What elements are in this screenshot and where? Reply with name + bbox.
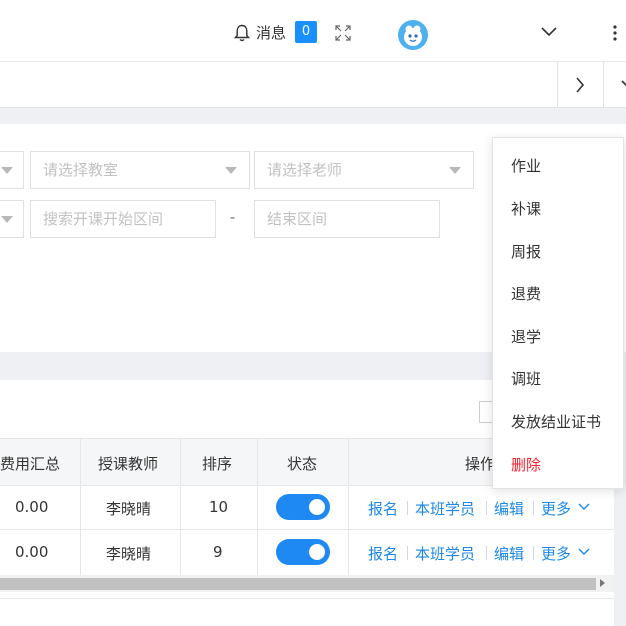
column-toggle-button[interactable] [479,401,493,423]
order-cell: 9 [213,543,223,561]
teacher-cell: 李晓晴 [106,500,152,518]
teacher-select[interactable]: 请选择老师 [254,151,474,189]
edit-link[interactable]: 编辑 [494,543,524,564]
link-separator [407,501,408,515]
menu-item-delete[interactable]: 删除 [511,454,541,475]
status-toggle[interactable] [276,494,330,520]
scroll-right-arrow-icon[interactable] [600,579,605,587]
column-header-order: 排序 [202,455,233,473]
user-avatar[interactable] [398,20,428,50]
fullscreen-icon[interactable] [335,25,351,41]
chevron-right-icon [576,77,585,93]
more-vertical-icon[interactable] [612,24,618,42]
fee-total-cell: 0.00 [15,498,49,516]
signup-link[interactable]: 报名 [368,498,398,519]
class-students-link[interactable]: 本班学员 [415,543,475,564]
range-separator: - [230,210,236,226]
tab-bar [0,62,626,108]
menu-item-homework[interactable]: 作业 [511,155,541,176]
edit-link[interactable]: 编辑 [494,498,524,519]
teacher-placeholder: 请选择老师 [267,161,343,179]
column-divider [257,438,258,575]
classroom-select[interactable]: 请选择教室 [30,151,250,189]
chevron-down-icon [621,80,626,87]
link-separator [486,546,487,560]
start-range-input[interactable]: 搜索开课开始区间 [30,200,216,238]
menu-item-makeup-class[interactable]: 补课 [511,198,541,219]
column-divider [348,438,349,575]
column-header-status: 状态 [287,455,318,473]
menu-item-weekly-report[interactable]: 周报 [511,241,541,262]
menu-item-withdraw[interactable]: 退学 [511,326,541,347]
more-link[interactable]: 更多 [541,543,571,564]
menu-item-issue-certificate[interactable]: 发放结业证书 [511,411,601,432]
link-separator [407,546,408,560]
more-actions-menu: 作业 补课 周报 退费 退学 调班 发放结业证书 删除 [492,137,624,489]
filter-select-partial-2[interactable] [0,200,24,238]
classroom-placeholder: 请选择教室 [43,161,119,179]
column-header-teacher: 授课教师 [98,455,159,473]
filter-select-partial-1[interactable] [0,151,24,189]
dropdown-arrow-icon [1,216,13,223]
end-range-placeholder: 结束区间 [267,210,328,228]
tab-menu-button[interactable] [603,62,626,107]
dropdown-arrow-icon [225,167,237,174]
dropdown-arrow-icon [449,167,461,174]
start-range-placeholder: 搜索开课开始区间 [43,210,164,228]
column-header-actions: 操作 [465,455,496,473]
menu-item-transfer-class[interactable]: 调班 [511,368,541,389]
chevron-down-icon[interactable] [578,548,590,556]
messages-count-badge[interactable]: 0 [295,21,317,43]
link-separator [486,501,487,515]
class-students-link[interactable]: 本班学员 [415,498,475,519]
chevron-down-icon[interactable] [578,503,590,511]
top-header: 消息 0 [0,0,626,62]
divider [0,598,614,599]
row-divider [0,529,614,530]
column-divider [180,438,181,575]
teacher-cell: 李晓晴 [106,545,152,563]
column-header-fee-total: 费用汇总 [0,455,61,473]
dropdown-arrow-icon [1,167,13,174]
column-divider [80,438,81,575]
end-range-input[interactable]: 结束区间 [254,200,440,238]
signup-link[interactable]: 报名 [368,543,398,564]
link-separator [533,546,534,560]
bell-icon[interactable] [234,24,250,42]
messages-label[interactable]: 消息 [256,22,286,43]
scrollbar-thumb[interactable] [0,578,596,590]
tab-scroll-right-button[interactable] [557,62,603,107]
link-separator [533,501,534,515]
order-cell: 10 [209,498,229,516]
status-toggle[interactable] [276,539,330,565]
more-link[interactable]: 更多 [541,498,571,519]
chevron-down-icon[interactable] [540,26,558,38]
fee-total-cell: 0.00 [15,543,49,561]
menu-item-refund[interactable]: 退费 [511,283,541,304]
